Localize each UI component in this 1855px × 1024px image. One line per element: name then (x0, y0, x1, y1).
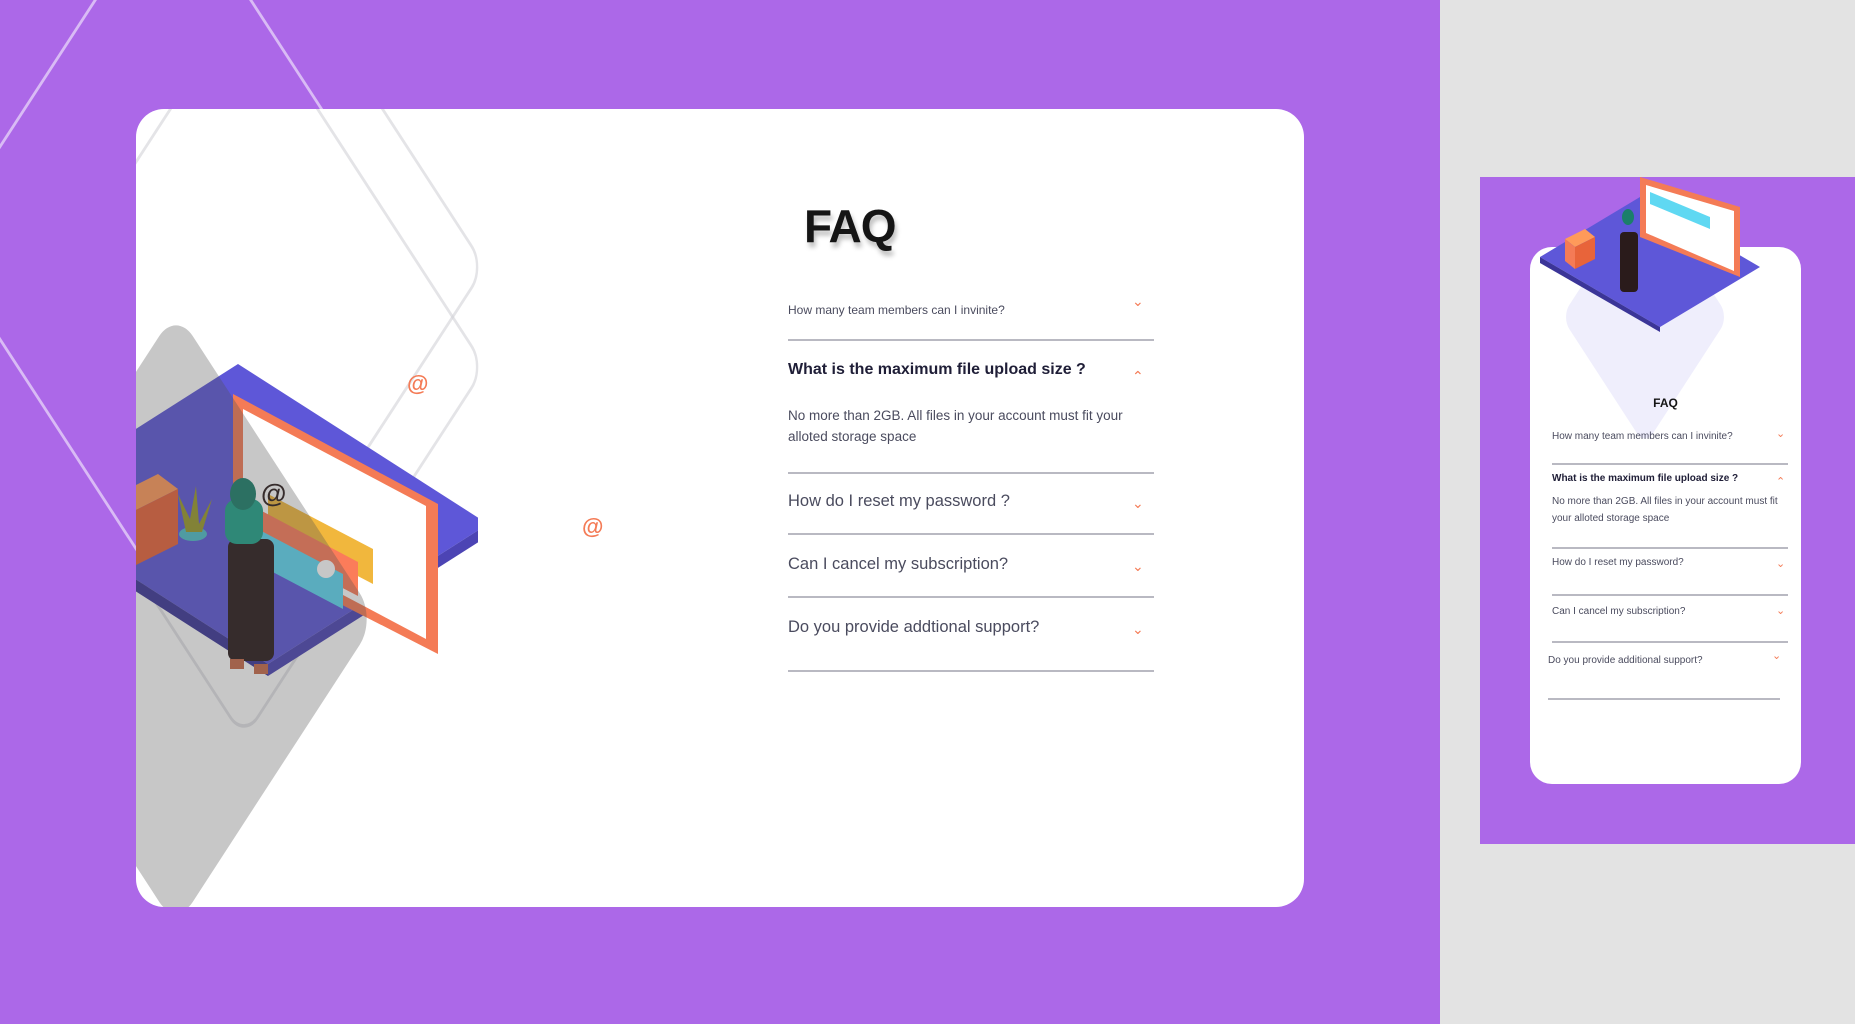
chevron-down-icon[interactable]: ⌄ (1776, 427, 1785, 441)
faq-item[interactable]: How many team members can I invinite? ⌄ (1552, 421, 1788, 465)
faq-question: Do you provide addtional support? (788, 618, 1040, 636)
faq-item[interactable]: Can I cancel my subscription? ⌄ (788, 533, 1154, 598)
chevron-up-icon[interactable]: ⌃ (1132, 369, 1144, 383)
at-sign-icon: @ (407, 371, 429, 396)
chevron-down-icon[interactable]: ⌄ (1132, 496, 1144, 510)
at-sign-icon: @ (582, 514, 604, 539)
faq-item[interactable]: How do I reset my password ? ⌄ (788, 472, 1154, 535)
chevron-down-icon[interactable]: ⌄ (1132, 622, 1144, 636)
mobile-background: FAQ How many team members can I invinite… (1480, 177, 1855, 844)
faq-item[interactable]: How do I reset my password? ⌄ (1552, 547, 1788, 596)
faq-question: Do you provide additional support? (1548, 655, 1703, 666)
page-title: FAQ (1653, 396, 1678, 410)
chevron-down-icon[interactable]: ⌄ (1776, 604, 1785, 618)
chevron-up-icon[interactable]: ⌃ (1776, 475, 1785, 489)
chevron-down-icon[interactable]: ⌄ (1132, 559, 1144, 573)
faq-question: Can I cancel my subscription? (788, 555, 1009, 573)
faq-question: How do I reset my password ? (788, 492, 1010, 510)
woman-online-illustration (1540, 177, 1760, 332)
faq-item-open[interactable]: What is the maximum file upload size ? ⌃… (788, 339, 1154, 474)
faq-item-open[interactable]: What is the maximum file upload size ? ⌃… (1552, 463, 1788, 549)
chevron-down-icon[interactable]: ⌄ (1776, 557, 1785, 571)
faq-question: How many team members can I invinite? (1552, 431, 1733, 442)
faq-question: What is the maximum file upload size ? (788, 361, 1086, 378)
chevron-down-icon[interactable]: ⌄ (1132, 294, 1144, 308)
faq-item[interactable]: Do you provide additional support? ⌄ (1548, 641, 1781, 700)
faq-answer: No more than 2GB. All files in your acco… (1552, 496, 1778, 524)
page-title: FAQ (804, 200, 897, 252)
faq-question: How many team members can I invinite? (788, 303, 1005, 317)
chevron-down-icon[interactable]: ⌄ (1772, 649, 1781, 663)
faq-answer: No more than 2GB. All files in your acco… (788, 408, 1123, 444)
faq-question: Can I cancel my subscription? (1552, 606, 1686, 617)
desktop-background: @ @ @ FAQ How many team members can I in… (0, 0, 1440, 1024)
faq-item[interactable]: Do you provide addtional support? ⌄ (788, 596, 1154, 672)
faq-card: @ @ @ FAQ How many team members can I in… (136, 109, 1304, 907)
faq-question: How do I reset my password? (1552, 557, 1684, 568)
faq-question: What is the maximum file upload size ? (1552, 473, 1739, 484)
faq-item[interactable]: How many team members can I invinite? ⌄ (788, 280, 1154, 341)
faq-item[interactable]: Can I cancel my subscription? ⌄ (1552, 594, 1788, 643)
